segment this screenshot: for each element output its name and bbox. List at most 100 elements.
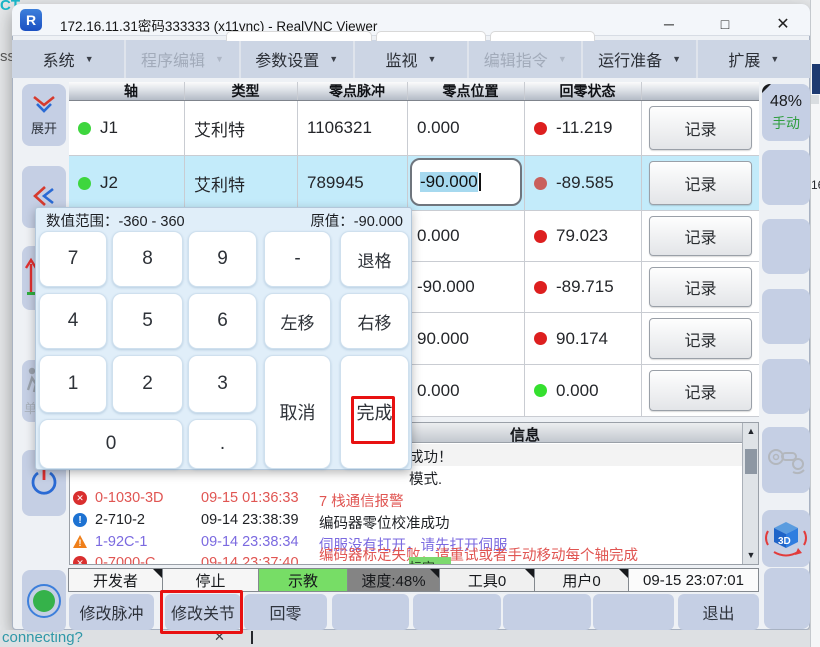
gamepad-icon — [765, 442, 807, 478]
scroll-up-icon[interactable]: ▲ — [745, 426, 757, 436]
log-code: 2-710-2 — [95, 512, 145, 528]
maximize-button[interactable]: □ — [706, 8, 744, 39]
log-row[interactable]: ! 2-710-2 09-14 23:38:39 编码器零位校准成功 — [70, 510, 742, 532]
zero-pos-cell[interactable]: 0.000 — [408, 101, 525, 155]
sidebar-enable-button[interactable] — [22, 570, 66, 632]
info-scrollbar[interactable]: ▲ ▼ — [742, 423, 758, 565]
input-selected-text: -90.000 — [420, 172, 478, 192]
menu-program-edit: 程序编辑▼ — [126, 40, 238, 78]
bottom-button-empty[interactable] — [413, 594, 501, 630]
bottom-button-empty[interactable] — [332, 594, 409, 630]
status-user[interactable]: 用户0 — [534, 568, 629, 592]
home-status-dot — [534, 230, 547, 243]
table-header-row: 轴 类型 零点脉冲 零点位置 回零状态 — [69, 82, 759, 101]
key-2[interactable]: 2 — [112, 355, 183, 413]
col-header-zero-position: 零点位置 — [408, 82, 525, 100]
right-panel-button[interactable] — [762, 289, 810, 344]
realvnc-logo-icon: R — [20, 9, 42, 31]
key-0[interactable]: 0 — [39, 419, 183, 469]
key-4[interactable]: 4 — [39, 293, 107, 349]
key-dot[interactable]: . — [188, 419, 257, 469]
scroll-down-icon[interactable]: ▼ — [745, 550, 757, 560]
chevron-down-icon: ▼ — [558, 54, 567, 64]
background-tab-strip — [226, 31, 372, 41]
exit-button[interactable]: 退出 — [678, 594, 759, 630]
background-navy-fragment — [812, 64, 820, 94]
key-9[interactable]: 9 — [188, 231, 257, 287]
scrollbar-thumb[interactable] — [745, 449, 757, 474]
key-move-left[interactable]: 左移 — [264, 293, 331, 349]
bottom-button-empty[interactable] — [593, 594, 674, 630]
home-button[interactable]: 回零 — [244, 594, 327, 630]
bottom-button-empty[interactable] — [503, 594, 591, 630]
col-header-type: 类型 — [185, 82, 298, 100]
status-role[interactable]: 开发者 — [68, 568, 163, 592]
key-7[interactable]: 7 — [39, 231, 107, 287]
home-status-cell: -89.585 — [525, 156, 642, 210]
keypad-original-value: 原值：-90.000 — [310, 210, 403, 231]
log-row[interactable]: 编码器标定失败，请重试或者手动移动每个轴完成 ✕ 0-7000-C 09-14 … — [70, 549, 742, 565]
chevron-down-icon: ▼ — [770, 54, 779, 64]
table-row[interactable]: J1 艾利特 1106321 0.000 -11.219 记录 — [69, 101, 759, 156]
home-status-cell: -89.715 — [525, 262, 642, 312]
status-speed[interactable]: 速度:48% — [347, 568, 440, 592]
status-teach-mode[interactable]: 示教 — [258, 568, 348, 592]
key-backspace[interactable]: 退格 — [340, 231, 409, 287]
zero-pos-cell[interactable]: 0.000 — [408, 211, 525, 261]
record-button[interactable]: 记录 — [649, 370, 752, 411]
right-panel-button[interactable] — [762, 150, 810, 205]
key-6[interactable]: 6 — [188, 293, 257, 349]
record-button[interactable]: 记录 — [649, 267, 752, 307]
status-datetime: 09-15 23:07:01 — [628, 568, 759, 592]
pulse-cell: 1106321 — [298, 101, 408, 155]
modify-pulse-button[interactable]: 修改脉冲 — [69, 594, 154, 630]
log-code: 0-7000-C — [95, 555, 155, 565]
right-panel-button[interactable] — [762, 219, 810, 274]
home-status-cell: 79.023 — [525, 211, 642, 261]
log-time: 09-15 01:36:33 — [201, 490, 299, 506]
key-cancel[interactable]: 取消 — [264, 355, 331, 469]
key-5[interactable]: 5 — [112, 293, 183, 349]
axis-cell: J1 — [69, 101, 185, 155]
sidebar-expand-button[interactable]: 展开 — [22, 84, 66, 146]
info-icon: ! — [73, 513, 87, 527]
menu-system[interactable]: 系统▼ — [12, 40, 124, 78]
zero-pos-cell[interactable]: 0.000 — [408, 365, 525, 416]
right-panel-button[interactable] — [762, 359, 810, 414]
axis-cell: J2 — [69, 156, 185, 210]
home-status-cell: -11.219 — [525, 101, 642, 155]
background-tab-strip — [376, 31, 486, 41]
jog-controller-button[interactable] — [762, 427, 810, 493]
bottom-right-button[interactable] — [764, 568, 810, 629]
axis-status-dot — [78, 177, 91, 190]
key-1[interactable]: 1 — [39, 355, 107, 413]
zero-pos-cell[interactable]: -90.000 — [408, 262, 525, 312]
mode-label: 手动 — [772, 113, 800, 133]
type-cell: 艾利特 — [185, 156, 298, 210]
minimize-button[interactable]: ─ — [650, 8, 688, 39]
key-minus[interactable]: - — [264, 231, 331, 287]
log-message-wrap: 标定 — [409, 557, 451, 565]
menu-parameter-settings[interactable]: 参数设置▼ — [241, 40, 353, 78]
key-3[interactable]: 3 — [188, 355, 257, 413]
speed-percent: 48% — [770, 93, 802, 111]
status-tool[interactable]: 工具0 — [439, 568, 535, 592]
record-button[interactable]: 记录 — [649, 318, 752, 359]
key-move-right[interactable]: 右移 — [340, 293, 409, 349]
home-status-dot — [534, 177, 547, 190]
record-button[interactable]: 记录 — [649, 161, 752, 205]
menu-run-prepare[interactable]: 运行准备▼ — [583, 40, 695, 78]
double-chevron-left-icon — [31, 185, 57, 207]
status-run-state[interactable]: 停止 — [162, 568, 259, 592]
record-button[interactable]: 记录 — [649, 216, 752, 256]
close-button[interactable]: ✕ — [764, 8, 802, 39]
menu-extend[interactable]: 扩展▼ — [698, 40, 810, 78]
zero-position-input[interactable]: -90.000 — [410, 158, 522, 206]
log-row[interactable]: ✕ 0-1030-3D 09-15 01:36:33 7 栈通信报警 — [70, 488, 742, 510]
view-3d-button[interactable]: 3D — [762, 510, 810, 567]
record-button[interactable]: 记录 — [649, 106, 752, 150]
speed-mode-button[interactable]: 48% 手动 — [762, 84, 810, 141]
zero-pos-cell[interactable]: 90.000 — [408, 313, 525, 364]
menu-monitor[interactable]: 监视▼ — [355, 40, 467, 78]
key-8[interactable]: 8 — [112, 231, 183, 287]
